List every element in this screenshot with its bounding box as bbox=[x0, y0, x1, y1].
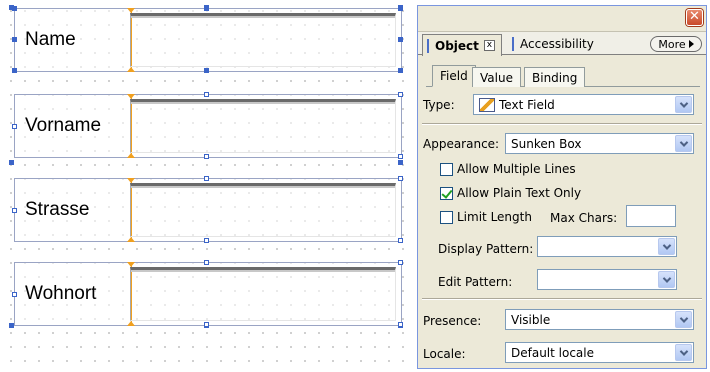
appearance-label: Appearance: bbox=[423, 137, 500, 151]
max-chars-input[interactable] bbox=[626, 205, 676, 227]
presence-dropdown[interactable]: Visible bbox=[505, 309, 694, 330]
locale-label: Locale: bbox=[423, 347, 466, 361]
divider bbox=[422, 298, 702, 300]
chevron-down-icon[interactable] bbox=[675, 135, 692, 152]
selection-handle[interactable] bbox=[398, 160, 403, 165]
locale-dropdown[interactable]: Default locale bbox=[505, 342, 694, 363]
field-caption: Wohnort bbox=[25, 283, 97, 304]
subtab-binding[interactable]: Binding bbox=[524, 67, 586, 87]
field-caption: Vorname bbox=[25, 115, 102, 136]
selection-handle[interactable] bbox=[204, 176, 209, 181]
field-caption: Name bbox=[25, 29, 76, 50]
text-field-vorname[interactable]: Vorname bbox=[12, 92, 403, 159]
allow-multiple-lines-option[interactable]: Allow Multiple Lines bbox=[440, 162, 576, 176]
selection-handle[interactable] bbox=[204, 238, 209, 243]
selection-handle[interactable] bbox=[12, 6, 17, 11]
subtab-bar: Field Value Binding bbox=[426, 64, 700, 87]
form-design-canvas[interactable]: Name Vorname Strasse Wohnort bbox=[0, 0, 410, 372]
selection-handle[interactable] bbox=[204, 92, 209, 97]
selection-handle[interactable] bbox=[398, 6, 403, 11]
edit-pattern-label: Edit Pattern: bbox=[438, 275, 513, 289]
locale-value: Default locale bbox=[511, 345, 595, 360]
subtab-field[interactable]: Field bbox=[432, 65, 476, 87]
allow-plain-text-option[interactable]: Allow Plain Text Only bbox=[440, 186, 581, 200]
chevron-down-icon[interactable] bbox=[675, 311, 692, 328]
selection-handle[interactable] bbox=[204, 322, 209, 327]
tab-accessibility[interactable]: Accessibility bbox=[508, 34, 600, 54]
more-label: More bbox=[658, 37, 686, 51]
selection-handle[interactable] bbox=[12, 37, 17, 42]
limit-length-checkbox[interactable] bbox=[440, 210, 453, 224]
presence-label: Presence: bbox=[423, 314, 482, 328]
text-field-strasse[interactable]: Strasse bbox=[12, 176, 403, 243]
tab-accessibility-label: Accessibility bbox=[520, 37, 594, 51]
selection-handle[interactable] bbox=[12, 124, 17, 129]
grip-icon[interactable] bbox=[427, 38, 431, 53]
type-value: Text Field bbox=[499, 97, 555, 112]
selection-handle[interactable] bbox=[398, 154, 403, 159]
allow-multiple-lines-checkbox[interactable] bbox=[440, 162, 453, 176]
subtab-value[interactable]: Value bbox=[472, 67, 521, 87]
appearance-dropdown[interactable]: Sunken Box bbox=[505, 133, 694, 154]
limit-length-option[interactable]: Limit Length bbox=[440, 210, 532, 224]
grip-icon[interactable] bbox=[512, 37, 516, 51]
selection-handle[interactable] bbox=[398, 322, 403, 327]
max-chars-label: Max Chars: bbox=[550, 211, 618, 225]
selection-handle[interactable] bbox=[204, 154, 209, 159]
field-input-area[interactable] bbox=[130, 267, 396, 321]
allow-multiple-lines-label: Allow Multiple Lines bbox=[457, 162, 576, 176]
triangle-right-icon bbox=[688, 40, 694, 48]
caption-marker-icon[interactable] bbox=[127, 153, 135, 158]
divider bbox=[422, 123, 702, 125]
caption-marker-icon[interactable] bbox=[127, 237, 135, 242]
limit-length-label: Limit Length bbox=[457, 210, 532, 224]
object-palette: ✕ Object x Accessibility More Field Valu… bbox=[417, 5, 707, 369]
selection-handle[interactable] bbox=[12, 208, 17, 213]
tab-object[interactable]: Object x bbox=[422, 34, 502, 56]
allow-plain-text-checkbox[interactable] bbox=[440, 186, 453, 200]
text-field-icon bbox=[479, 97, 495, 112]
presence-value: Visible bbox=[511, 312, 551, 327]
chevron-down-icon[interactable] bbox=[658, 271, 675, 288]
field-input-area[interactable] bbox=[130, 13, 396, 67]
tab-object-label: Object bbox=[435, 38, 479, 53]
palette-tab-bar: Object x Accessibility More bbox=[418, 31, 706, 56]
field-caption: Strasse bbox=[25, 199, 90, 220]
selection-handle[interactable] bbox=[12, 68, 17, 73]
selection-handle[interactable] bbox=[398, 37, 403, 42]
selection-handle[interactable] bbox=[398, 68, 403, 73]
edit-pattern-dropdown[interactable] bbox=[537, 269, 677, 290]
selection-handle[interactable] bbox=[398, 260, 403, 265]
chevron-down-icon[interactable] bbox=[675, 344, 692, 361]
caption-marker-icon[interactable] bbox=[127, 321, 135, 326]
text-field-name[interactable]: Name bbox=[12, 6, 403, 73]
chevron-down-icon[interactable] bbox=[658, 238, 675, 255]
selection-handle[interactable] bbox=[398, 238, 403, 243]
close-icon[interactable]: ✕ bbox=[686, 9, 703, 26]
selection-handle[interactable] bbox=[204, 6, 209, 11]
chevron-down-icon[interactable] bbox=[675, 96, 692, 113]
type-label: Type: bbox=[423, 98, 455, 112]
display-pattern-dropdown[interactable] bbox=[537, 236, 677, 257]
close-tab-icon[interactable]: x bbox=[483, 40, 495, 51]
more-button[interactable]: More bbox=[650, 36, 702, 52]
type-dropdown[interactable]: Text Field bbox=[473, 94, 694, 115]
field-input-area[interactable] bbox=[130, 183, 396, 237]
selection-handle[interactable] bbox=[204, 260, 209, 265]
allow-plain-text-label: Allow Plain Text Only bbox=[457, 186, 582, 200]
selection-handle[interactable] bbox=[398, 176, 403, 181]
text-field-wohnort[interactable]: Wohnort bbox=[12, 260, 403, 327]
appearance-value: Sunken Box bbox=[511, 136, 582, 151]
selection-handle[interactable] bbox=[398, 92, 403, 97]
selection-handle[interactable] bbox=[12, 292, 17, 297]
caption-marker-icon[interactable] bbox=[127, 67, 135, 72]
selection-handle[interactable] bbox=[9, 160, 14, 165]
field-input-area[interactable] bbox=[130, 99, 396, 153]
display-pattern-label: Display Pattern: bbox=[438, 242, 534, 256]
selection-handle[interactable] bbox=[204, 68, 209, 73]
